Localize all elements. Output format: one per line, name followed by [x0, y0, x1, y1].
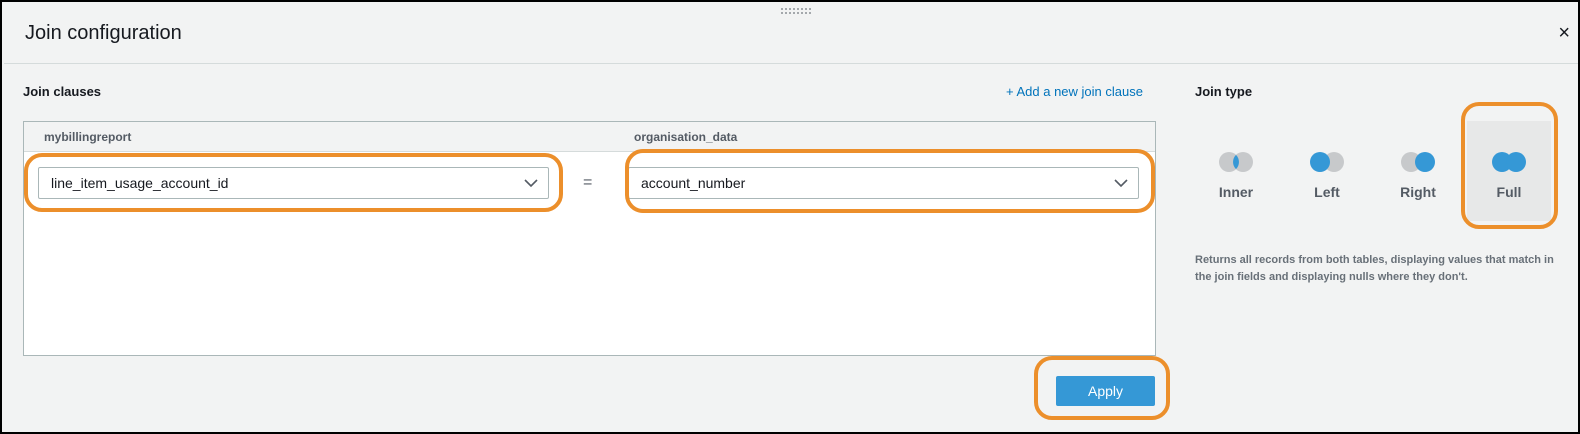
- chevron-down-icon: [524, 179, 538, 188]
- inner-join-icon: [1219, 152, 1253, 172]
- join-type-inner[interactable]: Inner: [1194, 121, 1278, 221]
- add-join-clause-link[interactable]: + Add a new join clause: [1006, 84, 1143, 99]
- join-type-label: Full: [1496, 184, 1522, 200]
- clause-column-header: mybillingreport organisation_data: [24, 122, 1155, 152]
- equals-operator: =: [583, 174, 593, 191]
- right-field-value: account_number: [641, 175, 746, 191]
- right-field-select[interactable]: account_number: [628, 167, 1139, 199]
- close-icon[interactable]: ×: [1558, 22, 1570, 44]
- join-type-full[interactable]: Full: [1467, 121, 1551, 221]
- left-table-name: mybillingreport: [44, 130, 132, 144]
- right-join-icon: [1401, 152, 1435, 172]
- join-type-left[interactable]: Left: [1285, 121, 1369, 221]
- left-join-icon: [1310, 152, 1344, 172]
- join-clauses-panel: mybillingreport organisation_data: [23, 121, 1156, 356]
- join-clauses-heading: Join clauses: [23, 84, 102, 99]
- apply-button[interactable]: Apply: [1056, 376, 1155, 406]
- left-field-select[interactable]: line_item_usage_account_id: [38, 167, 549, 199]
- dialog-title: Join configuration: [25, 22, 182, 44]
- drag-handle-icon[interactable]: [780, 7, 812, 15]
- join-type-label: Left: [1314, 184, 1340, 200]
- join-type-label: Right: [1400, 184, 1436, 200]
- join-type-label: Inner: [1218, 184, 1254, 200]
- join-type-heading: Join type: [1195, 84, 1253, 99]
- chevron-down-icon: [1114, 179, 1128, 188]
- join-type-right[interactable]: Right: [1376, 121, 1460, 221]
- join-type-description: Returns all records from both tables, di…: [1195, 254, 1554, 283]
- full-join-icon: [1492, 152, 1526, 172]
- left-field-value: line_item_usage_account_id: [51, 175, 229, 191]
- right-table-name: organisation_data: [634, 130, 738, 144]
- dialog-header: Join configuration ×: [4, 4, 1578, 64]
